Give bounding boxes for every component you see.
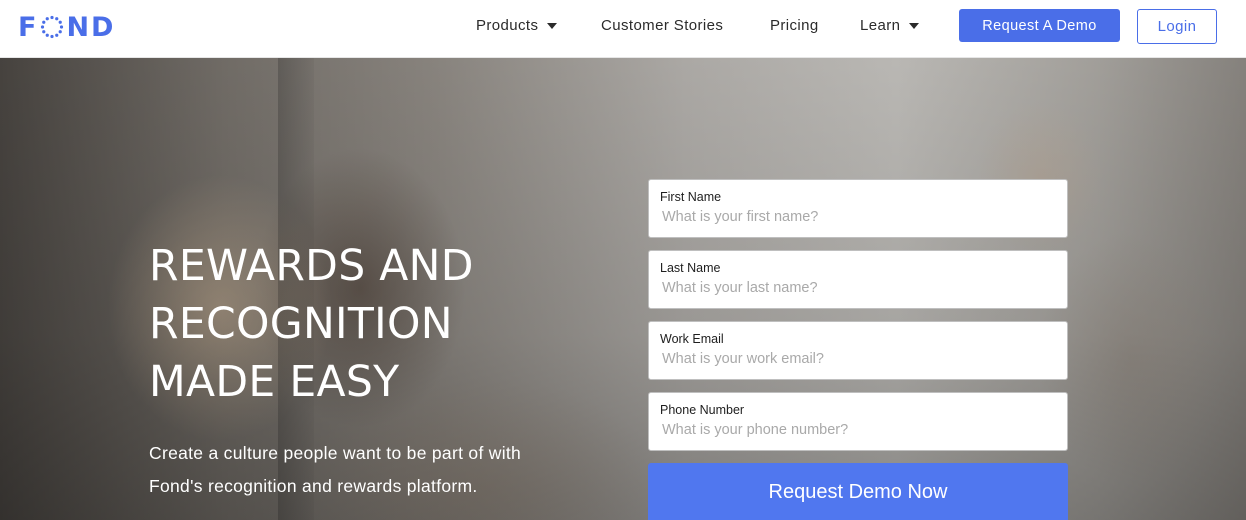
last-name-input[interactable] (660, 280, 1056, 296)
request-a-demo-button[interactable]: Request A Demo (959, 9, 1120, 42)
nav-customer-stories-label: Customer Stories (601, 17, 724, 34)
chevron-down-icon (909, 22, 920, 29)
fond-logo[interactable]: F ND (18, 11, 115, 43)
nav-learn[interactable]: Learn (860, 17, 920, 34)
work-email-input[interactable] (660, 351, 1056, 367)
nav-pricing-label: Pricing (770, 17, 819, 34)
hero-headline: REWARDS AND RECOGNITION MADE EASY (149, 238, 609, 412)
nav-learn-label: Learn (860, 17, 901, 34)
last-name-field[interactable]: Last Name (648, 250, 1068, 309)
top-navigation: F ND Products Customer Stories Pricing L… (0, 0, 1246, 58)
work-email-field[interactable]: Work Email (648, 321, 1068, 380)
logo-letter-f: F (18, 11, 39, 43)
nav-products[interactable]: Products (476, 17, 558, 34)
phone-number-label: Phone Number (660, 403, 745, 417)
headline-line-2: RECOGNITION (149, 300, 453, 349)
login-button[interactable]: Login (1137, 9, 1217, 44)
last-name-label: Last Name (660, 261, 721, 275)
phone-number-field[interactable]: Phone Number (648, 392, 1068, 451)
nav-customer-stories[interactable]: Customer Stories (601, 17, 723, 34)
dotted-o-icon (41, 15, 64, 39)
subtext-line-1: Create a culture people want to be part … (149, 443, 522, 463)
request-demo-now-button[interactable]: Request Demo Now (648, 463, 1068, 520)
logo-letters-nd: ND (66, 11, 116, 43)
phone-number-input[interactable] (660, 422, 1056, 438)
hero-subtext: Create a culture people want to be part … (149, 437, 609, 503)
subtext-line-2: Fond's recognition and rewards platform. (149, 476, 478, 496)
headline-line-1: REWARDS AND (149, 242, 474, 291)
nav-products-label: Products (476, 17, 539, 34)
headline-line-3: MADE EASY (149, 358, 400, 407)
nav-pricing[interactable]: Pricing (770, 17, 819, 34)
first-name-label: First Name (660, 190, 722, 204)
first-name-input[interactable] (660, 209, 1056, 225)
work-email-label: Work Email (660, 332, 724, 346)
first-name-field[interactable]: First Name (648, 179, 1068, 238)
chevron-down-icon (547, 22, 558, 29)
